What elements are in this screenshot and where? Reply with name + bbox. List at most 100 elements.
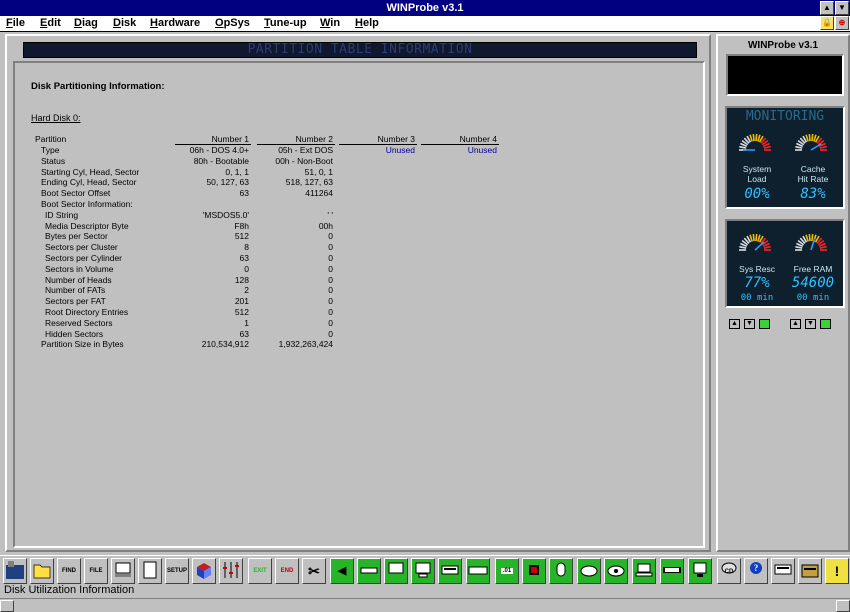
horizontal-scrollbar[interactable] — [0, 598, 850, 612]
cell-value: 512 — [234, 307, 249, 317]
gauge-tick — [752, 234, 755, 242]
scroll-down-button[interactable]: ▼ — [744, 319, 755, 329]
gauge-tick — [795, 145, 803, 149]
disk-drive-icon[interactable] — [604, 558, 628, 584]
gauge-tick — [755, 234, 758, 242]
cell-value: 0 — [328, 242, 333, 253]
menu-tune-up[interactable]: Tune-up — [264, 16, 307, 31]
column-header-1: Number 1 — [211, 134, 249, 144]
file-button[interactable]: FILE — [84, 558, 108, 584]
cell-value: 411264 — [305, 188, 333, 199]
gauge-tick — [808, 234, 811, 242]
system-icon[interactable] — [3, 558, 27, 584]
menu-edit[interactable]: Edit — [40, 16, 61, 31]
speaker-icon[interactable]: ◀ — [330, 558, 354, 584]
laptop-icon[interactable] — [632, 558, 656, 584]
counter-label: .01 — [500, 568, 514, 574]
scroll-right-button[interactable] — [836, 600, 850, 612]
scissors-icon[interactable]: ✂ — [302, 558, 326, 584]
cell-value: 1,932,263,424 — [278, 339, 333, 350]
cell-value: 80h - Bootable — [193, 155, 249, 166]
drive-icon[interactable] — [357, 558, 381, 584]
cell-value: 210,534,912 — [201, 339, 249, 350]
cell-value: 0 — [328, 296, 333, 307]
computer-icon[interactable] — [111, 558, 135, 584]
content-area: Disk Partitioning Information: Hard Disk… — [13, 61, 705, 548]
message-screen — [726, 54, 844, 96]
scroll-left-button[interactable] — [0, 600, 14, 612]
setup-button[interactable]: SETUP — [165, 558, 189, 584]
status-bar: Disk Utilization Information — [0, 585, 850, 597]
cd-label: CD — [724, 569, 734, 575]
file-label: FILE — [89, 568, 103, 574]
scroll-up-button[interactable]: ▲ — [790, 319, 801, 329]
mouse-icon[interactable] — [549, 558, 573, 584]
sys-resc-value: 77% — [744, 275, 770, 291]
info-icon[interactable]: ? — [744, 558, 768, 584]
menu-diag[interactable]: Diag — [74, 16, 98, 31]
display-icon[interactable] — [688, 558, 712, 584]
free-ram-time: 00 min — [796, 293, 830, 303]
gauge-tick — [752, 134, 755, 142]
cell-value: 63 — [239, 188, 249, 199]
monitor-panel: WINProbe v3.1 MONITORING System Load Cac… — [716, 34, 850, 552]
calculator-icon[interactable] — [771, 558, 795, 584]
cell-value: 518, 127, 63 — [285, 177, 333, 188]
scroll-down-button[interactable]: ▼ — [805, 319, 816, 329]
maximize-button[interactable]: ▼ — [835, 1, 849, 15]
system-load-label: System — [742, 164, 772, 174]
menu-hardware[interactable]: Hardware — [150, 16, 200, 31]
select-button[interactable] — [820, 319, 831, 329]
system-load-label2: Load — [747, 174, 767, 184]
menu-bar: File Edit Diag Disk Hardware OpSys Tune-… — [0, 16, 850, 32]
drive-bay-icon[interactable] — [438, 558, 462, 584]
end-button[interactable]: END — [275, 558, 299, 584]
scroll-up-button[interactable]: ▲ — [729, 319, 740, 329]
counter-button[interactable]: .01 — [495, 558, 519, 584]
gauge-tick — [795, 245, 803, 249]
pc-icon[interactable] — [384, 558, 408, 584]
system-load-gauge — [739, 134, 771, 151]
cache-hit-label2: Hit Rate — [797, 174, 829, 184]
menu-file[interactable]: File — [6, 16, 25, 31]
menu-opsys[interactable]: OpSys — [215, 16, 250, 31]
row-label: Root Directory Entries — [45, 307, 129, 317]
row-label: Sectors per Cluster — [45, 242, 118, 253]
memory-icon[interactable] — [660, 558, 684, 584]
cd-button[interactable]: CD — [717, 558, 741, 584]
row-label: Media Descriptor Byte — [45, 220, 129, 231]
cell-value: 1 — [244, 317, 249, 328]
folder-icon[interactable] — [30, 558, 54, 584]
menu-disk[interactable]: Disk — [113, 16, 136, 31]
gauge-tick — [811, 134, 814, 142]
menu-help[interactable]: Help — [355, 16, 379, 31]
minimize-button[interactable]: ▲ — [820, 1, 834, 15]
disk-icon[interactable] — [577, 558, 601, 584]
sys-resc-time: 00 min — [740, 293, 774, 303]
monitor-icon[interactable] — [411, 558, 435, 584]
printer-icon[interactable] — [138, 558, 162, 584]
row-label: Sectors in Volume — [45, 263, 114, 274]
status-text: Disk Utilization Information — [4, 584, 135, 596]
main-panel: PARTITION TABLE INFORMATION Disk Partiti… — [5, 34, 711, 552]
find-button[interactable]: FIND — [57, 558, 81, 584]
target-icon[interactable]: ⊕ — [835, 16, 849, 30]
window-title: WINProbe v3.1 — [386, 2, 464, 14]
cell-value: 128 — [234, 274, 249, 285]
title-bar: WINProbe v3.1 ▲ ▼ — [0, 0, 850, 16]
pin-icon[interactable]: 🔒 — [820, 16, 834, 30]
free-ram-value: 54600 — [791, 275, 835, 291]
warning-icon[interactable]: ! — [825, 558, 849, 584]
panel-title: WINProbe v3.1 — [747, 40, 819, 51]
equalizer-icon[interactable] — [219, 558, 243, 584]
exit-button[interactable]: EXIT — [248, 558, 272, 584]
select-button[interactable] — [759, 319, 770, 329]
system-load-value: 00% — [744, 186, 770, 202]
cell-value: 0 — [328, 274, 333, 285]
cell-value: 201 — [234, 296, 249, 307]
folder-open-icon[interactable] — [798, 558, 822, 584]
menu-win[interactable]: Win — [320, 16, 340, 31]
keyboard-icon[interactable] — [466, 558, 490, 584]
chip-icon[interactable] — [522, 558, 546, 584]
network-icon[interactable] — [192, 558, 216, 584]
